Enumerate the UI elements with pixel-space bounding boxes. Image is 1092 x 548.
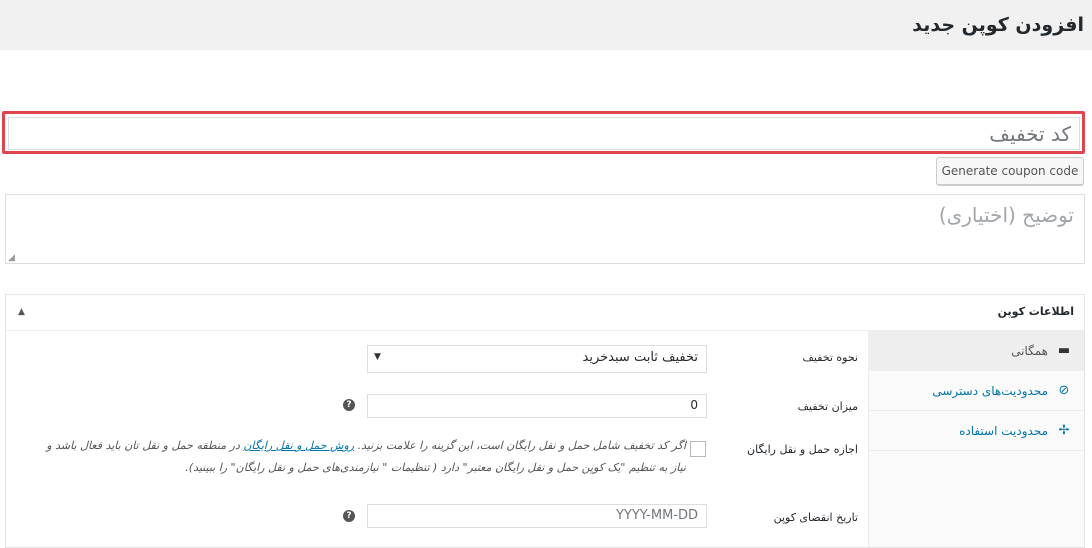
highlight-annotation <box>2 111 1085 154</box>
discount-type-label: نحوه تخفیف <box>802 351 858 364</box>
page-title: افزودن کوپن جدید <box>912 14 1084 36</box>
panel-header: اطلاعات کوپن ▲ <box>6 295 1084 331</box>
block-icon: ⊘ <box>1058 383 1070 398</box>
tab-usage-limits[interactable]: ✢ محدودیت استفاده <box>869 411 1084 451</box>
tab-label: محدودیت‌های دسترسی <box>932 383 1048 398</box>
panel-title: اطلاعات کوپن <box>997 305 1074 318</box>
chevron-down-icon: ▼ <box>374 352 381 362</box>
expiry-date-label: تاریخ انقضای کوپن <box>773 511 858 524</box>
collapse-toggle-icon[interactable]: ▲ <box>18 307 25 317</box>
tab-label: محدودیت استفاده <box>959 423 1048 438</box>
free-shipping-description: اگر کد تخفیف شامل حمل و نقل رایگان است، … <box>36 435 686 479</box>
free-shipping-checkbox[interactable] <box>690 441 706 457</box>
discount-type-value: تخفیف ثابت سبدخرید <box>582 350 698 365</box>
free-shipping-method-link[interactable]: روش حمل و نقل رایگان <box>243 439 354 452</box>
expiry-date-input[interactable]: YYYY-MM-DD <box>367 504 707 528</box>
description-placeholder: توضیح (اختیاری) <box>938 203 1074 227</box>
coupon-description-textarea[interactable]: توضیح (اختیاری) ◢ <box>5 194 1085 264</box>
usage-icon: ✢ <box>1058 423 1070 438</box>
free-shipping-label: اجازه حمل و نقل رایگان <box>747 443 858 456</box>
resize-handle-icon[interactable]: ◢ <box>8 253 15 263</box>
discount-type-select[interactable]: تخفیف ثابت سبدخرید ▼ <box>367 345 707 373</box>
tab-general[interactable]: ▬ همگانی <box>869 331 1084 371</box>
generate-coupon-button[interactable]: Generate coupon code <box>936 157 1084 185</box>
coupon-data-panel: اطلاعات کوپن ▲ ▬ همگانی ⊘ محدودیت‌های دس… <box>5 294 1085 548</box>
ticket-icon: ▬ <box>1057 343 1071 358</box>
free-shipping-desc-part1: اگر کد تخفیف شامل حمل و نقل رایگان است، … <box>357 439 686 452</box>
amount-input[interactable]: 0 <box>367 394 707 418</box>
tab-usage-restriction[interactable]: ⊘ محدودیت‌های دسترسی <box>869 371 1084 411</box>
help-icon[interactable]: ? <box>343 399 355 411</box>
panel-tabs: ▬ همگانی ⊘ محدودیت‌های دسترسی ✢ محدودیت … <box>868 331 1084 547</box>
tab-label: همگانی <box>1011 343 1048 358</box>
amount-label: میزان تخفیف <box>797 400 858 413</box>
help-icon[interactable]: ? <box>343 510 355 522</box>
